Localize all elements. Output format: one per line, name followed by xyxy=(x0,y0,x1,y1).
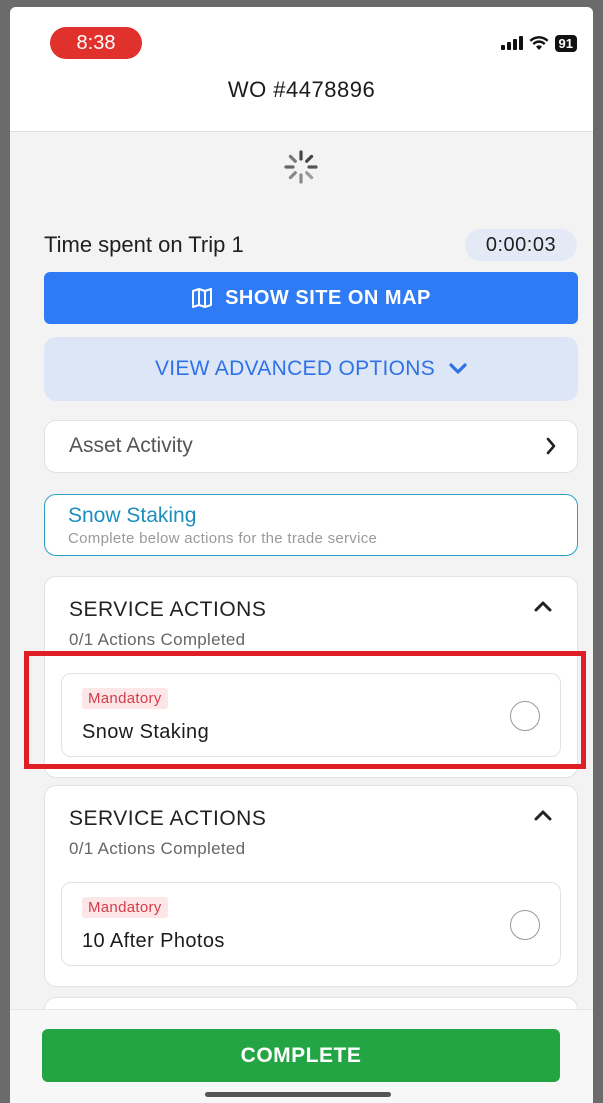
battery-icon: 91 xyxy=(554,34,577,52)
highlight-annotation-box xyxy=(24,651,586,769)
app-header: 8:38 91 WO #4478896 xyxy=(10,7,593,132)
action-complete-radio[interactable] xyxy=(510,910,540,940)
home-indicator xyxy=(205,1092,391,1097)
asset-activity-label: Asset Activity xyxy=(69,434,193,457)
asset-activity-row[interactable]: Asset Activity xyxy=(44,420,578,473)
signal-icon xyxy=(500,36,523,50)
action-name: 10 After Photos xyxy=(82,930,225,952)
complete-button[interactable]: COMPLETE xyxy=(42,1029,560,1082)
view-advanced-options-button[interactable]: VIEW ADVANCED OPTIONS xyxy=(44,337,578,401)
section-title: SERVICE ACTIONS xyxy=(69,598,267,621)
service-action-item[interactable]: Mandatory 10 After Photos xyxy=(61,882,561,966)
spinner-icon xyxy=(284,150,318,184)
service-actions-section: SERVICE ACTIONS 0/1 Actions Completed Ma… xyxy=(44,785,578,987)
chevron-down-icon xyxy=(449,363,467,374)
map-icon xyxy=(192,288,213,308)
trip-timer-value: 0:00:03 xyxy=(465,229,577,261)
phone-screen: 8:38 91 WO #4478896 Time spent on Trip 1… xyxy=(10,7,593,1103)
trade-service-subtitle: Complete below actions for the trade ser… xyxy=(68,530,378,547)
chevron-up-icon[interactable] xyxy=(533,808,553,822)
section-title: SERVICE ACTIONS xyxy=(69,807,267,830)
trip-timer-label: Time spent on Trip 1 xyxy=(44,232,244,257)
chevron-up-icon[interactable] xyxy=(533,599,553,613)
trade-service-card[interactable]: Snow Staking Complete below actions for … xyxy=(44,494,578,556)
show-site-on-map-button[interactable]: SHOW SITE ON MAP xyxy=(44,272,578,324)
advanced-options-label: VIEW ADVANCED OPTIONS xyxy=(154,357,436,380)
trade-service-title: Snow Staking xyxy=(68,504,197,527)
footer-bar: COMPLETE xyxy=(10,1009,593,1103)
page-title: WO #4478896 xyxy=(227,77,376,102)
section-progress: 0/1 Actions Completed xyxy=(69,839,246,858)
section-progress: 0/1 Actions Completed xyxy=(69,630,246,649)
wifi-icon xyxy=(529,36,549,50)
chevron-right-icon xyxy=(546,437,556,455)
mandatory-badge: Mandatory xyxy=(82,897,168,918)
status-icons: 91 xyxy=(500,31,577,55)
show-site-on-map-label: SHOW SITE ON MAP xyxy=(225,286,431,309)
status-time: 8:38 xyxy=(50,27,142,59)
